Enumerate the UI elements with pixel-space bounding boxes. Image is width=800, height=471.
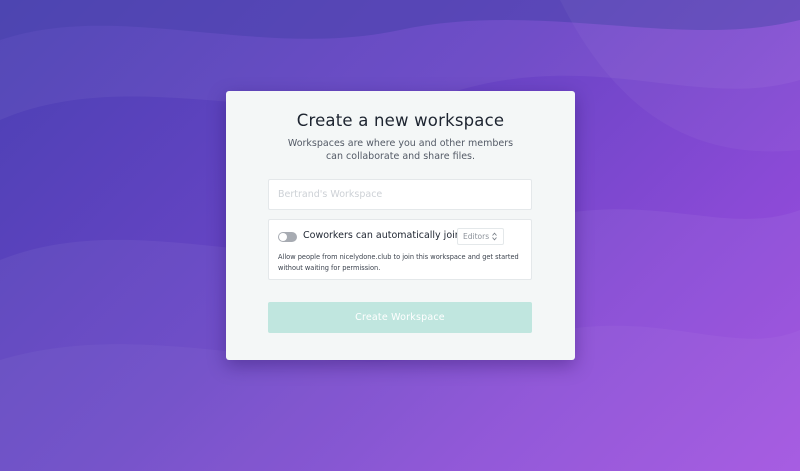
create-workspace-button[interactable]: Create Workspace bbox=[268, 302, 532, 333]
page-subtitle: Workspaces are where you and other membe… bbox=[226, 137, 575, 163]
subtitle-line-1: Workspaces are where you and other membe… bbox=[287, 138, 514, 149]
auto-join-toggle[interactable] bbox=[278, 232, 297, 242]
role-select[interactable]: Editors bbox=[457, 228, 504, 245]
subtitle-line-2: can collaborate and share files. bbox=[325, 151, 476, 162]
create-workspace-card: Create a new workspace Workspaces are wh… bbox=[226, 91, 575, 360]
updown-chevron-icon bbox=[492, 232, 497, 241]
page-title: Create a new workspace bbox=[296, 111, 505, 130]
auto-join-label: Coworkers can automatically join as bbox=[303, 230, 475, 241]
help-line-2: without waiting for permission. bbox=[278, 263, 381, 272]
auto-join-help-text: Allow people from nicelydone.club to joi… bbox=[278, 252, 523, 273]
workspace-name-input[interactable] bbox=[268, 179, 532, 210]
help-line-1: Allow people from nicelydone.club to joi… bbox=[278, 253, 519, 261]
auto-join-panel: Coworkers can automatically join as Edit… bbox=[268, 219, 532, 280]
role-select-value: Editors bbox=[463, 232, 490, 241]
toggle-off-icon bbox=[279, 233, 287, 241]
